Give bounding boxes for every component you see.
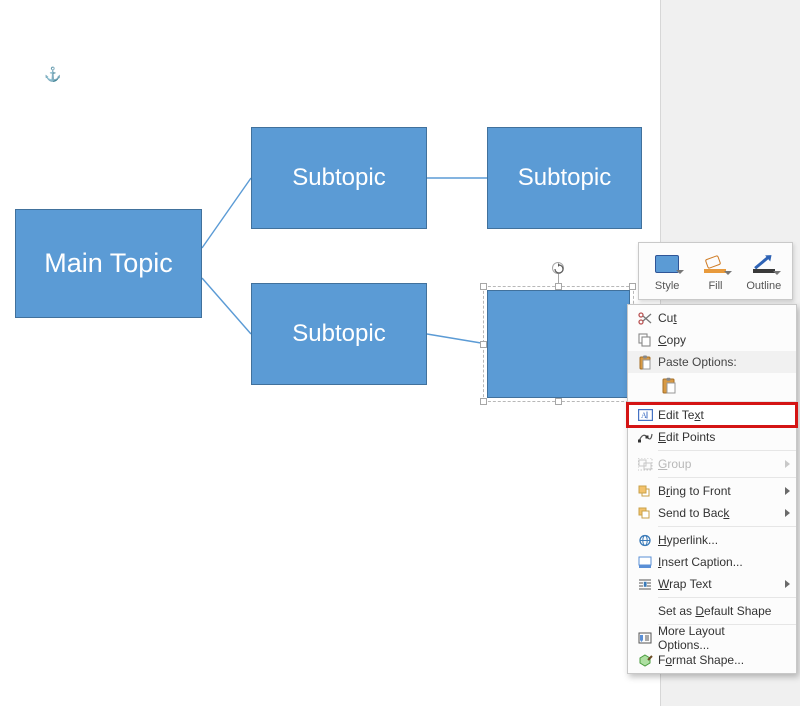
context-menu-insert-caption[interactable]: Insert Caption...: [628, 551, 796, 573]
context-menu-group-label: Group: [658, 457, 778, 471]
context-menu-format-shape[interactable]: Format Shape...: [628, 649, 796, 671]
context-menu-edit-points-label: Edit Points: [658, 430, 778, 444]
submenu-arrow-icon: [785, 580, 790, 588]
shape-main-topic[interactable]: Main Topic: [15, 209, 202, 318]
context-menu-wrap-text-label: Wrap Text: [658, 577, 778, 591]
context-menu-send-to-back[interactable]: Send to Back: [628, 502, 796, 524]
context-menu-paste-options-row: [628, 373, 796, 399]
context-menu-edit-points[interactable]: Edit Points: [628, 426, 796, 448]
outline-pen-icon: [750, 250, 778, 278]
context-menu-copy[interactable]: Copy: [628, 329, 796, 351]
shape-subtopic-bottom-left[interactable]: Subtopic: [251, 283, 427, 385]
submenu-arrow-icon: [785, 509, 790, 517]
resize-handle-w[interactable]: [480, 341, 487, 348]
anchor-icon: ⚓: [44, 66, 61, 83]
shape-subtopic-top-left[interactable]: Subtopic: [251, 127, 427, 229]
context-menu-cut[interactable]: Cut: [628, 307, 796, 329]
rotate-handle[interactable]: [552, 262, 564, 274]
paste-clipboard-icon: [661, 377, 679, 395]
context-menu-group: Group: [628, 453, 796, 475]
svg-text:A: A: [641, 411, 647, 420]
context-menu-more-layout-label: More Layout Options...: [658, 624, 778, 652]
format-shape-icon: [632, 649, 658, 671]
mini-outline-button[interactable]: Outline: [743, 250, 785, 292]
shape-subtopic-bottom-right[interactable]: [487, 290, 630, 398]
wrap-text-icon: [632, 573, 658, 595]
shape-subtopic-top-right[interactable]: Subtopic: [487, 127, 642, 229]
document-canvas[interactable]: ⚓ Main Topic Subtopic Subtopic Subtopic: [0, 0, 660, 706]
resize-handle-s[interactable]: [555, 398, 562, 405]
context-menu-insert-caption-label: Insert Caption...: [658, 555, 778, 569]
context-menu-paste-heading-label: Paste Options:: [658, 355, 778, 369]
context-menu-more-layout[interactable]: More Layout Options...: [628, 627, 796, 649]
mini-fill-label: Fill: [708, 280, 722, 292]
shape-subtopic-bottom-right-selected[interactable]: [483, 286, 634, 402]
submenu-arrow-icon: [785, 460, 790, 468]
hyperlink-icon: [632, 529, 658, 551]
context-menu-cut-label: Cut: [658, 311, 778, 325]
edit-text-icon: A: [632, 404, 658, 426]
context-menu-set-default-label: Set as Default Shape: [658, 604, 778, 618]
scissors-icon: [632, 307, 658, 329]
mini-fill-button[interactable]: Fill: [694, 250, 736, 292]
copy-icon: [632, 329, 658, 351]
resize-handle-n[interactable]: [555, 283, 562, 290]
resize-handle-sw[interactable]: [480, 398, 487, 405]
resize-handle-ne[interactable]: [629, 283, 636, 290]
shape-mini-toolbar: Style Fill Outline: [638, 242, 793, 300]
caption-icon: [632, 551, 658, 573]
context-menu-copy-label: Copy: [658, 333, 778, 347]
context-menu-hyperlink-label: Hyperlink...: [658, 533, 778, 547]
send-to-back-icon: [632, 502, 658, 524]
resize-handle-nw[interactable]: [480, 283, 487, 290]
group-icon: [632, 453, 658, 475]
layout-icon: [632, 627, 658, 649]
edit-points-icon: [632, 426, 658, 448]
shape-context-menu: Cut Copy Paste Options: A Edit Text Edit…: [627, 304, 797, 674]
context-menu-bring-to-front[interactable]: Bring to Front: [628, 480, 796, 502]
blank-icon: [632, 600, 658, 622]
clipboard-icon: [632, 351, 658, 373]
mini-style-label: Style: [655, 280, 679, 292]
context-menu-hyperlink[interactable]: Hyperlink...: [628, 529, 796, 551]
mini-style-button[interactable]: Style: [646, 250, 688, 292]
mini-outline-label: Outline: [746, 280, 781, 292]
context-menu-set-default[interactable]: Set as Default Shape: [628, 600, 796, 622]
context-menu-edit-text-label: Edit Text: [658, 408, 778, 422]
context-menu-format-shape-label: Format Shape...: [658, 653, 778, 667]
submenu-arrow-icon: [785, 487, 790, 495]
bring-to-front-icon: [632, 480, 658, 502]
context-menu-edit-text[interactable]: A Edit Text: [628, 404, 796, 426]
paste-option-button[interactable]: [658, 375, 682, 397]
fill-bucket-icon: [701, 250, 729, 278]
context-menu-bring-to-front-label: Bring to Front: [658, 484, 778, 498]
style-swatch-icon: [653, 250, 681, 278]
context-menu-paste-heading: Paste Options:: [628, 351, 796, 373]
context-menu-wrap-text[interactable]: Wrap Text: [628, 573, 796, 595]
context-menu-send-to-back-label: Send to Back: [658, 506, 778, 520]
